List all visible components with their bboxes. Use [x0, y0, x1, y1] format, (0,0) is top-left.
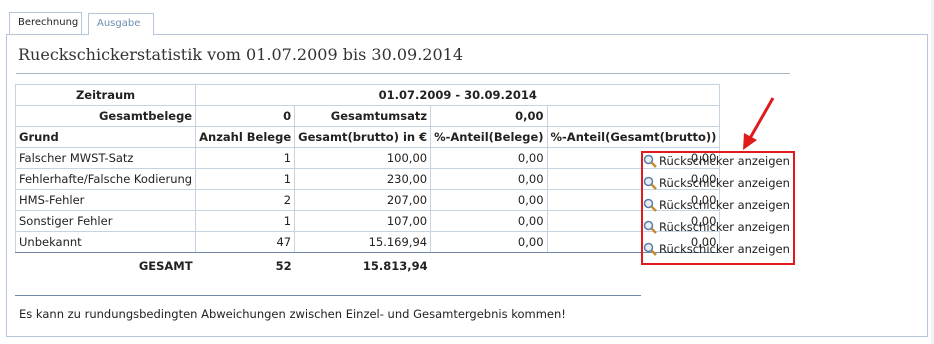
grund-cell: Unbekannt: [14, 231, 197, 253]
sum-label: GESAMT: [138, 258, 193, 273]
column-header: Gesamt(brutto) in €: [294, 126, 432, 148]
table-row: HMS-Fehler 2 207,00 0,00 0,00: [14, 189, 721, 211]
grund-cell: Sonstiger Fehler: [14, 210, 197, 232]
highlight-box: [641, 151, 795, 265]
anzahl-cell: 1: [195, 147, 296, 169]
sum-anzahl: 52: [275, 258, 292, 273]
column-header: %-Anteil(Gesamt(brutto)): [546, 126, 721, 148]
table-row: Fehlerhafte/Falsche Kodierung 1 230,00 0…: [14, 168, 721, 190]
grund-cell: Fehlerhafte/Falsche Kodierung: [14, 168, 197, 190]
table-header-row: Grund Anzahl Belege Gesamt(brutto) in € …: [14, 126, 721, 148]
table-sum-row: GESAMT 52 15.813,94: [16, 253, 720, 279]
anteil-belege-cell: 0,00: [430, 231, 548, 253]
grund-cell: HMS-Fehler: [14, 189, 197, 211]
table-row-totals: Gesamtbelege 0 Gesamtumsatz 0,00: [14, 105, 721, 127]
anzahl-cell: 1: [195, 210, 296, 232]
grund-cell: Falscher MWST-Satz: [14, 147, 197, 169]
tab-berechnung[interactable]: Berechnung: [9, 12, 82, 34]
anteil-belege-cell: 0,00: [430, 210, 548, 232]
tab-ausgabe[interactable]: Ausgabe: [88, 13, 154, 35]
anzahl-cell: 1: [195, 168, 296, 190]
page-title: Rueckschickerstatistik vom 01.07.2009 bi…: [18, 45, 463, 64]
statistics-table: Zeitraum 01.07.2009 - 30.09.2014 Gesamtb…: [14, 84, 721, 279]
gesamt-cell: 15.169,94: [294, 231, 432, 253]
title-divider: [16, 73, 790, 74]
column-header: Grund: [14, 126, 197, 148]
zeitraum-label: Zeitraum: [14, 84, 197, 106]
gesamtbelege-label: Gesamtbelege: [14, 105, 197, 127]
table-row: Falscher MWST-Satz 1 100,00 0,00 0,00: [14, 147, 721, 169]
gesamtbelege-value: 0: [195, 105, 296, 127]
red-arrow-icon: [743, 97, 775, 150]
column-header: %-Anteil(Belege): [430, 126, 548, 148]
gesamt-cell: 100,00: [294, 147, 432, 169]
gesamt-cell: 207,00: [294, 189, 432, 211]
gesamt-cell: 230,00: [294, 168, 432, 190]
anzahl-cell: 2: [195, 189, 296, 211]
sum-gesamt: 15.813,94: [362, 258, 428, 273]
gesamt-cell: 107,00: [294, 210, 432, 232]
gesamtumsatz-value: 0,00: [430, 105, 548, 127]
anteil-belege-cell: 0,00: [430, 168, 548, 190]
table-row: Sonstiger Fehler 1 107,00 0,00 0,00: [14, 210, 721, 232]
rounding-note: Es kann zu rundungsbedingten Abweichunge…: [19, 307, 566, 321]
anteil-belege-cell: 0,00: [430, 189, 548, 211]
column-header: Anzahl Belege: [195, 126, 296, 148]
empty-cell: [546, 105, 721, 127]
table-row: Unbekannt 47 15.169,94 0,00 0,00: [14, 231, 721, 253]
empty-cell: [431, 253, 547, 279]
anteil-belege-cell: 0,00: [430, 147, 548, 169]
anzahl-cell: 47: [195, 231, 296, 253]
table-row-zeitraum: Zeitraum 01.07.2009 - 30.09.2014: [14, 84, 721, 106]
zeitraum-value: 01.07.2009 - 30.09.2014: [195, 84, 721, 106]
gesamtumsatz-label: Gesamtumsatz: [294, 105, 432, 127]
table-bottom-rule: [15, 295, 641, 296]
